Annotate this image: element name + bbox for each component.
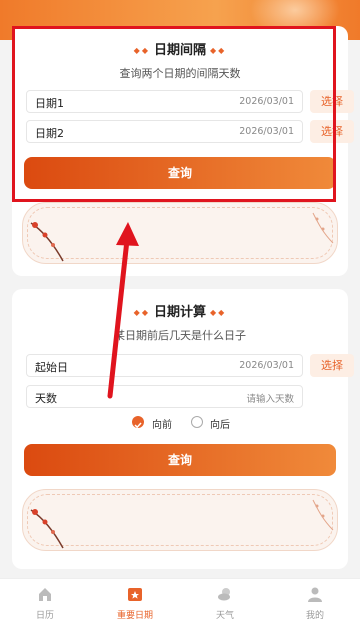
start-date-pick-button[interactable]: 选择 (310, 354, 354, 377)
user-icon (308, 587, 322, 602)
title-deco-left: ◆◆ (133, 308, 150, 317)
tab-label: 重要日期 (116, 611, 153, 621)
title-deco-right: ◆◆ (210, 308, 227, 317)
days-field[interactable]: 天数 请输入天数 (26, 385, 303, 408)
plum-blossom-decoration (30, 212, 334, 262)
calc-subtitle: 某日期前后几天是什么日子 (114, 329, 246, 342)
forward-label[interactable]: 向前 (152, 416, 172, 431)
tab-important-dates[interactable]: 重要日期 (90, 579, 180, 623)
days-label: 天数 (35, 392, 57, 405)
calc-title: ◆◆ 日期计算 ◆◆ (133, 305, 227, 320)
weather-icon (218, 588, 230, 601)
tab-label: 日历 (35, 611, 54, 621)
tab-label: 天气 (215, 611, 234, 621)
tab-label: 我的 (305, 611, 324, 621)
backward-radio[interactable] (191, 416, 203, 428)
interval-result-area (22, 202, 338, 264)
direction-radio-group: 向前 向后 (0, 416, 360, 431)
tab-weather[interactable]: 天气 (180, 579, 270, 623)
house-icon (39, 588, 51, 601)
backward-label[interactable]: 向后 (210, 416, 230, 431)
tab-calendar[interactable]: 日历 (0, 579, 90, 623)
check-icon (134, 422, 142, 429)
calendar-star-icon (128, 588, 142, 601)
bottom-tab-bar: 日历 重要日期 天气 我的 (0, 578, 360, 623)
forward-radio[interactable] (132, 416, 144, 429)
calc-query-button[interactable]: 查询 (24, 444, 336, 476)
tab-profile[interactable]: 我的 (270, 579, 360, 623)
calc-result-area (22, 489, 338, 551)
start-date-field[interactable]: 起始日 2026/03/01 (26, 354, 303, 377)
start-date-value: 2026/03/01 (239, 360, 294, 371)
highlight-box (12, 26, 336, 202)
start-date-label: 起始日 (35, 361, 68, 374)
days-placeholder: 请输入天数 (246, 394, 294, 405)
plum-blossom-decoration (30, 499, 334, 549)
